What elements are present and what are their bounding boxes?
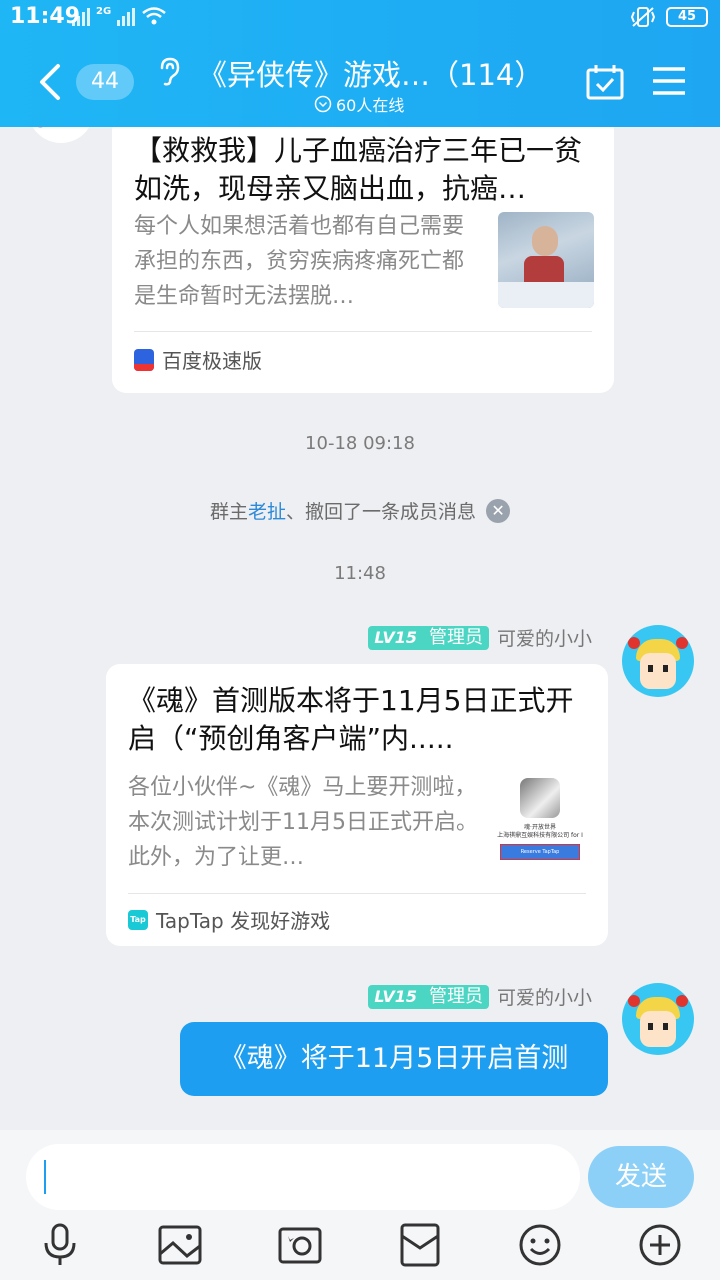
card-divider bbox=[128, 893, 586, 894]
sender-info: LV15 管理员 可爱的小小 bbox=[368, 983, 592, 1010]
card-thumbnail: 魂·开放世界 上海祺鼎互娱科技有限公司 for I Reserve TapTap bbox=[492, 774, 588, 870]
source-name: 百度极速版 bbox=[162, 349, 262, 373]
network-type: 2G bbox=[96, 6, 112, 17]
signal-icon-2 bbox=[117, 6, 136, 26]
text-caret bbox=[44, 1160, 46, 1194]
card-title: 《魂》首测版本将于11月5日正式开启（“预创角客户端”内..... bbox=[128, 684, 574, 755]
card-source: 百度极速版 bbox=[134, 345, 262, 374]
system-text-prefix: 群主 bbox=[209, 501, 248, 523]
chevron-down-circle-icon bbox=[314, 95, 332, 113]
sender-name[interactable]: 可爱的小小 bbox=[497, 983, 592, 1010]
card-divider bbox=[134, 331, 592, 332]
card-source: Tap TapTap 发现好游戏 bbox=[128, 905, 330, 934]
send-button[interactable]: 发送 bbox=[588, 1146, 694, 1208]
input-bar: 发送 bbox=[0, 1130, 720, 1280]
card-title: 【救救我】儿子血癌治疗三年已一贫如洗，现母亲又脑出血，抗癌… bbox=[134, 134, 583, 205]
avatar[interactable] bbox=[622, 625, 694, 697]
timestamp: 11:48 bbox=[334, 563, 386, 584]
status-bar: 11:49 2G 45 bbox=[0, 0, 720, 36]
role-badge: 管理员 bbox=[422, 625, 489, 650]
thumb-company: 上海祺鼎互娱科技有限公司 for I bbox=[497, 832, 583, 839]
signal-icon bbox=[72, 6, 90, 26]
emoji-icon[interactable] bbox=[517, 1222, 563, 1268]
system-recall-notice: 群主 老扯 、撤回了一条成员消息 ✕ bbox=[0, 497, 720, 524]
battery-indicator: 45 bbox=[666, 7, 708, 27]
message-list[interactable]: 【救救我】儿子血癌治疗三年已一贫如洗，现母亲又脑出血，抗癌… 每个人如果想活着也… bbox=[0, 127, 720, 1130]
close-icon[interactable]: ✕ bbox=[486, 498, 511, 523]
chat-title[interactable]: 《异侠传》游戏…（114） bbox=[198, 52, 543, 94]
sender-info: LV15 管理员 可爱的小小 bbox=[368, 624, 592, 651]
signal-indicators: 2G bbox=[72, 6, 167, 26]
message-input[interactable] bbox=[26, 1144, 580, 1210]
level-badge: LV15 bbox=[368, 984, 423, 1009]
message-bubble[interactable]: 《魂》将于11月5日开启首测 bbox=[180, 1022, 608, 1096]
level-badge: LV15 bbox=[368, 625, 423, 650]
online-status[interactable]: 60人在线 bbox=[314, 92, 404, 116]
wifi-icon bbox=[142, 7, 166, 25]
group-owner-link[interactable]: 老扯 bbox=[248, 497, 286, 524]
role-badge: 管理员 bbox=[422, 984, 489, 1009]
shared-link-card[interactable]: 《魂》首测版本将于11月5日正式开启（“预创角客户端”内..... 各位小伙伴~… bbox=[106, 664, 608, 946]
avatar-partial[interactable] bbox=[28, 127, 94, 143]
calendar-check-icon[interactable] bbox=[586, 64, 624, 100]
card-thumbnail bbox=[498, 212, 594, 308]
red-packet-icon[interactable] bbox=[397, 1222, 443, 1268]
chat-header: 11:49 2G 45 44 《异侠传》游戏…（114） 60人在线 bbox=[0, 0, 720, 127]
timestamp: 10-18 09:18 bbox=[305, 433, 415, 454]
unread-count-badge[interactable]: 44 bbox=[76, 64, 134, 100]
microphone-icon[interactable] bbox=[37, 1222, 83, 1268]
sender-name[interactable]: 可爱的小小 bbox=[497, 624, 592, 651]
status-right: 45 bbox=[630, 6, 708, 28]
ear-icon[interactable] bbox=[156, 56, 182, 86]
card-description: 每个人如果想活着也都有自己需要承担的东西，贫穷疾病疼痛死亡都是生命暂时无法摆脱… bbox=[134, 214, 465, 309]
source-name: TapTap 发现好游戏 bbox=[156, 909, 331, 933]
image-icon[interactable] bbox=[157, 1222, 203, 1268]
plus-icon[interactable] bbox=[637, 1222, 683, 1268]
online-count: 60人在线 bbox=[336, 96, 405, 115]
vibrate-icon bbox=[630, 7, 656, 27]
camera-icon[interactable] bbox=[277, 1222, 323, 1268]
baidu-paw-icon bbox=[134, 348, 154, 371]
system-text-suffix: 、撤回了一条成员消息 bbox=[286, 501, 477, 523]
status-time: 11:49 bbox=[10, 4, 81, 29]
back-arrow-icon[interactable] bbox=[36, 62, 64, 102]
taptap-icon: Tap bbox=[128, 909, 148, 930]
card-description: 各位小伙伴~《魂》马上要开测啦，本次测试计划于11月5日正式开启。此外，为了让更… bbox=[128, 775, 478, 870]
thumb-button: Reserve TapTap bbox=[500, 844, 580, 860]
menu-icon[interactable] bbox=[652, 66, 686, 96]
avatar[interactable] bbox=[622, 983, 694, 1055]
shared-link-card[interactable]: 【救救我】儿子血癌治疗三年已一贫如洗，现母亲又脑出血，抗癌… 每个人如果想活着也… bbox=[112, 127, 614, 393]
